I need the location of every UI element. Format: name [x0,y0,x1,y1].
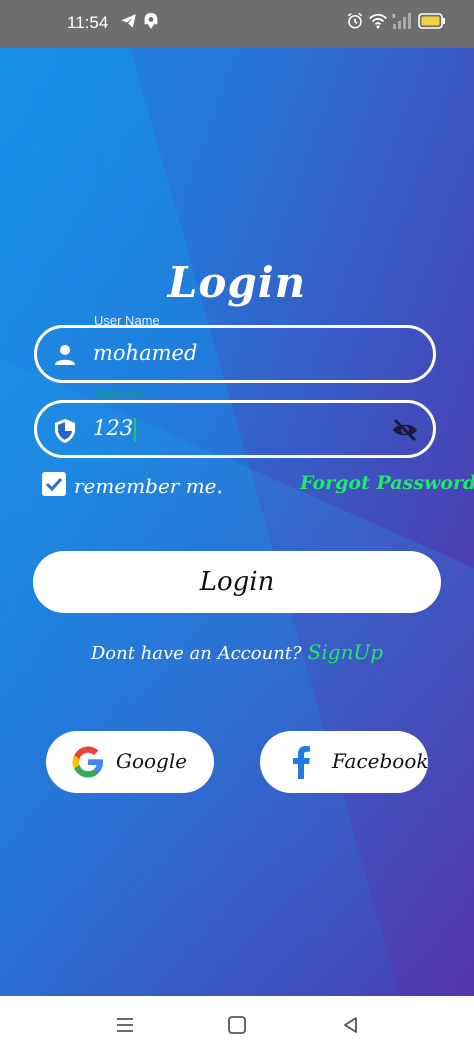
remember-me-label: remember me. [74,474,223,498]
signup-prompt: Dont have an Account? SignUp [0,640,474,664]
person-icon [53,343,77,367]
password-value[interactable]: 123 [93,416,137,442]
navigation-bar [0,996,474,1053]
svg-text:x: x [392,13,396,20]
shield-icon [53,418,77,443]
login-button[interactable]: Login [33,551,441,613]
login-screen: Login User Name mohamed Password 123 rem… [0,48,474,996]
alarm-icon [346,12,364,35]
battery-icon [418,12,446,35]
visibility-off-icon[interactable] [391,418,419,442]
wifi-icon [368,12,388,35]
facebook-login-button[interactable]: Facebook [260,731,428,793]
forgot-password-link[interactable]: Forgot Password? [300,472,474,494]
facebook-icon [284,744,320,780]
page-title: Login [167,258,307,307]
no-account-text: Dont have an Account? [90,643,302,664]
text-cursor [134,417,137,442]
google-icon [70,744,106,780]
facebook-label: Facebook [332,749,429,773]
google-label: Google [116,749,188,773]
google-login-button[interactable]: Google [46,731,214,793]
status-time: 11:54 [67,13,109,32]
telegram-icon [120,12,138,35]
notification-app-icon [143,12,159,35]
signup-link[interactable]: SignUp [308,640,383,664]
username-label: User Name [94,313,160,328]
status-bar: 11:54 x [0,0,474,48]
password-field[interactable]: Password 123 [34,389,436,458]
back-icon[interactable] [340,1014,362,1036]
username-value: mohamed [93,341,198,365]
menu-icon[interactable] [114,1014,136,1036]
username-field[interactable]: User Name mohamed [34,313,436,383]
signal-icon: x [392,12,412,35]
remember-me-checkbox[interactable] [42,472,66,496]
password-label: Password [94,389,143,401]
home-icon[interactable] [226,1014,248,1036]
